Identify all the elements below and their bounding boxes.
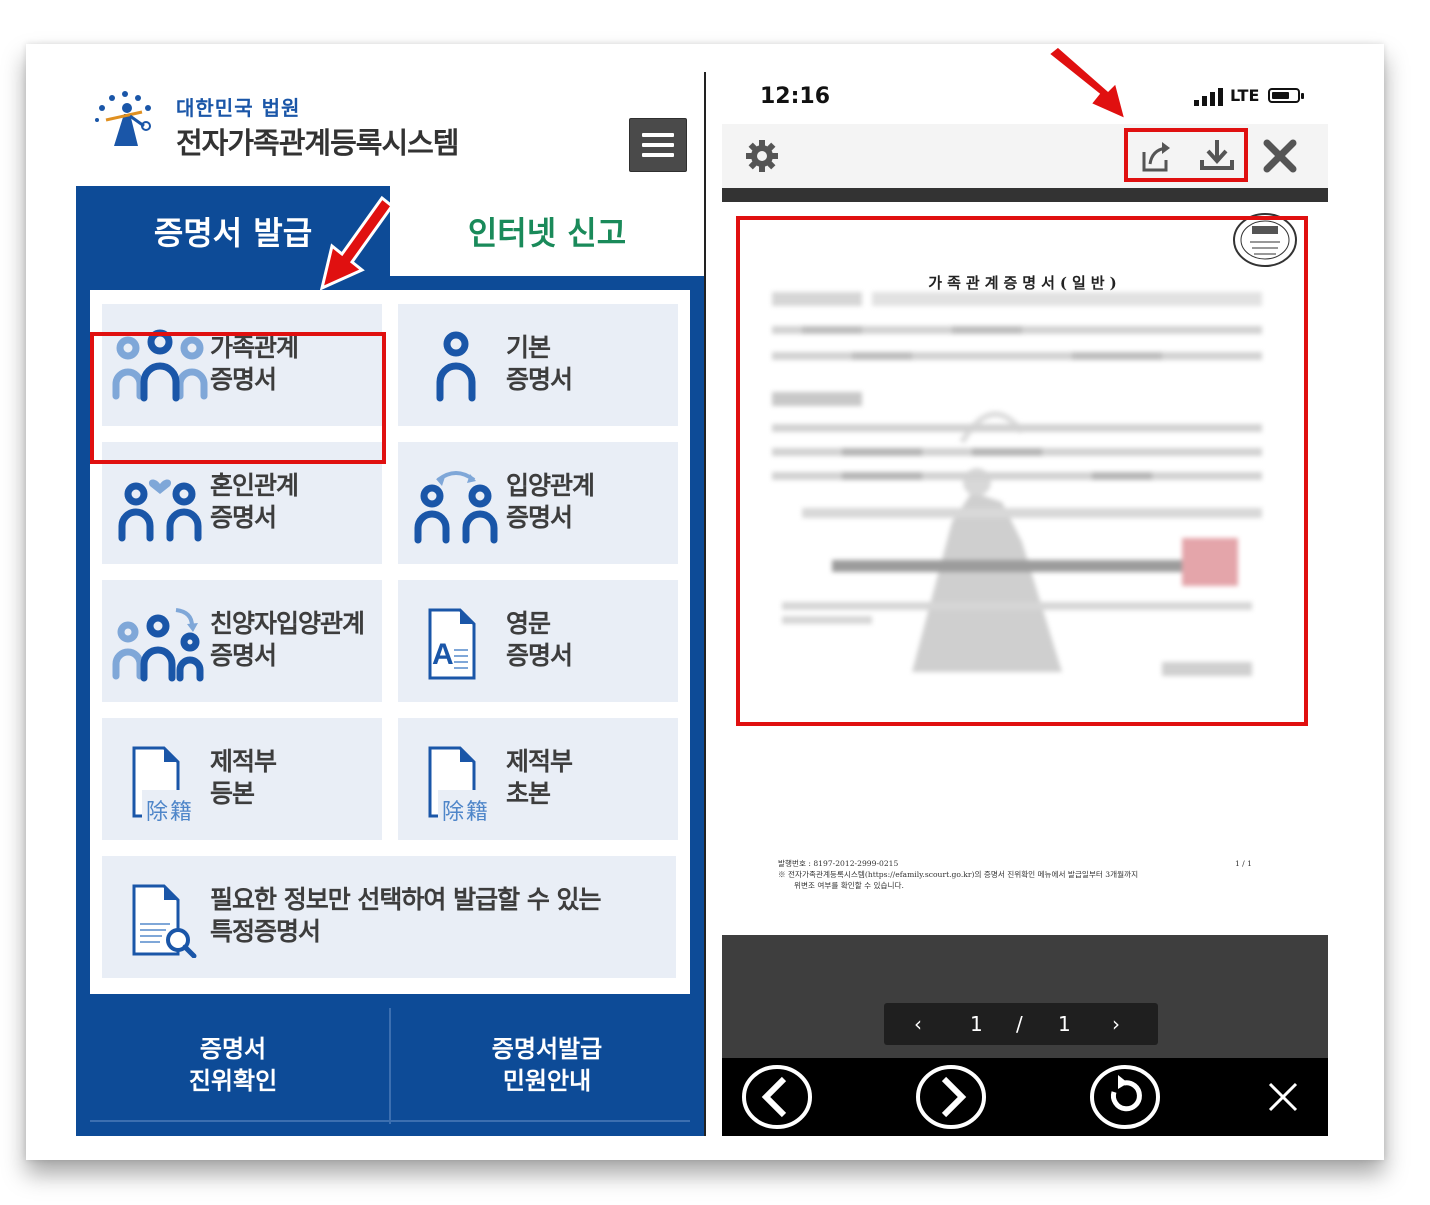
verify-line1: 증명서 <box>199 1035 267 1063</box>
document-title: 가족관계증명서(일반) <box>928 274 1122 292</box>
current-page: 1 <box>970 1012 983 1036</box>
card-label-line2: 증명서 <box>210 365 277 394</box>
gear-icon[interactable] <box>744 138 780 174</box>
certificate-grid: 가족관계 증명서 기본 증명서 혼인관계 증명서 입양관계 증명서 친양자입양관… <box>90 290 690 994</box>
full-adoption-certificate-card[interactable]: 친양자입양관계증명서 <box>102 580 382 702</box>
panel-divider <box>704 72 706 1136</box>
certificate-verify-link[interactable]: 증명서 진위확인 <box>76 994 390 1136</box>
verify-notice: ※ 전자가족관계등록시스템(https://efamily.scourt.go.… <box>778 870 1139 879</box>
court-logo-icon <box>95 91 151 146</box>
bottom-links: 증명서 진위확인 증명서발급 민원안내 <box>76 994 704 1136</box>
removed-register-copy-card[interactable]: 除籍 제적부등본 <box>102 718 382 840</box>
removed-register-abstract-card[interactable]: 除籍 제적부초본 <box>398 718 678 840</box>
tab-certificate-issue[interactable]: 증명서 발급 <box>76 186 390 276</box>
marriage-certificate-card[interactable]: 혼인관계증명서 <box>102 442 382 564</box>
status-time: 12:16 <box>760 84 831 109</box>
marriage-icon <box>118 479 202 542</box>
main-tabs: 증명서 발급 인터넷 신고 <box>76 186 704 276</box>
specific-certificate-card[interactable]: 필요한 정보만 선택하여 발급할 수 있는특정증명서 <box>102 856 676 978</box>
menu-bar-icon <box>642 143 674 147</box>
card-label-line1: 입양관계 <box>506 471 595 500</box>
document-page: 가족관계증명서(일반) 발행번호: 8197-2012-2999-0215 1… <box>722 202 1328 935</box>
menu-bar-icon <box>642 133 674 137</box>
adoption-icon <box>414 471 498 544</box>
card-label-line1: 영문 <box>506 609 551 638</box>
bottom-divider <box>90 1120 690 1122</box>
network-type: LTE <box>1230 86 1260 105</box>
card-label-line1: 친양자입양관계 <box>210 609 365 638</box>
card-label-line1: 제적부 <box>506 747 573 776</box>
toolbar-shadow-bar <box>722 188 1328 202</box>
pdf-viewer-screen: 12:16 LTE 가족관계증명서(일반) 발행번호: 8197-2012-2… <box>722 74 1328 1136</box>
close-icon[interactable] <box>1262 138 1298 174</box>
card-label-line1: 기본 <box>506 333 551 362</box>
card-label-line2: 증명서 <box>506 641 573 670</box>
prev-page-button[interactable]: ‹ <box>914 1012 922 1036</box>
certified-seal-icon <box>1233 213 1297 267</box>
basic-certificate-card[interactable]: 기본증명서 <box>398 304 678 426</box>
person-icon <box>436 331 476 402</box>
card-label-line1: 필요한 정보만 선택하여 발급할 수 있는 <box>210 885 602 914</box>
guide-line2: 민원안내 <box>502 1067 592 1095</box>
back-icon[interactable] <box>740 1062 814 1132</box>
verify-notice-cont: 위변조 여부를 확인할 수 있습니다. <box>794 881 904 890</box>
issue-guide-link[interactable]: 증명서발급 민원안내 <box>390 994 704 1136</box>
viewer-gray-area: ‹ 1 / 1 › <box>722 935 1328 1058</box>
card-label-line1: 가족관계 <box>210 333 299 362</box>
card-label-line2: 증명서 <box>210 503 277 532</box>
share-icon[interactable] <box>1138 138 1174 174</box>
guide-line1: 증명서발급 <box>491 1035 603 1063</box>
next-page-button[interactable]: › <box>1112 1012 1120 1036</box>
card-label-line2: 증명서 <box>506 365 573 394</box>
forward-icon[interactable] <box>914 1062 988 1132</box>
download-icon[interactable] <box>1198 136 1236 174</box>
reload-icon[interactable] <box>1088 1062 1162 1132</box>
document-page-count: 1 / 1 <box>1234 859 1252 868</box>
signal-icon <box>1194 88 1223 106</box>
total-pages: 1 <box>1058 1012 1071 1036</box>
viewer-toolbar <box>722 124 1328 188</box>
page-navigator: ‹ 1 / 1 › <box>884 1003 1158 1045</box>
menu-bar-icon <box>642 153 674 157</box>
issue-number: 발행번호 : 8197-2012-2999-0215 <box>778 859 899 868</box>
close-browser-icon[interactable] <box>1266 1080 1300 1114</box>
card-label-line2: 등본 <box>210 779 255 808</box>
card-label-line2: 증명서 <box>506 503 573 532</box>
adoption-certificate-card[interactable]: 입양관계증명서 <box>398 442 678 564</box>
removed-register-mark: 除籍 <box>146 800 195 825</box>
blurred-document-body <box>772 292 1262 676</box>
card-label-line1: 제적부 <box>210 747 277 776</box>
org-name: 대한민국 법원 <box>176 96 301 120</box>
system-name: 전자가족관계등록시스템 <box>176 126 459 160</box>
browser-bottom-bar <box>722 1058 1328 1136</box>
card-label-line2: 증명서 <box>210 641 277 670</box>
efamily-mobile-page: 대한민국 법원 전자가족관계등록시스템 증명서 발급 인터넷 신고 가족관계 증… <box>76 72 704 1136</box>
hamburger-menu-button[interactable] <box>629 118 687 172</box>
document-footer: 발행번호 : 8197-2012-2999-0215 1 / 1 ※ 전자가족관… <box>778 858 1308 891</box>
card-label-line1: 혼인관계 <box>210 471 299 500</box>
english-document-icon: A <box>428 608 476 680</box>
english-certificate-card[interactable]: A 영문증명서 <box>398 580 678 702</box>
card-label-line2: 초본 <box>506 779 551 808</box>
screenshot-card: 대한민국 법원 전자가족관계등록시스템 증명서 발급 인터넷 신고 가족관계 증… <box>26 44 1384 1160</box>
card-label-line2: 특정증명서 <box>210 917 321 946</box>
document-search-icon <box>132 884 197 958</box>
tab-internet-report[interactable]: 인터넷 신고 <box>390 186 704 276</box>
family-icon <box>112 329 208 402</box>
verify-line2: 진위확인 <box>188 1067 278 1095</box>
certificate-menu: 가족관계 증명서 기본 증명서 혼인관계 증명서 입양관계 증명서 친양자입양관… <box>76 276 704 1136</box>
full-adoption-icon <box>112 608 204 682</box>
family-relation-certificate-card[interactable]: 가족관계증명서 <box>102 304 382 426</box>
page-separator: / <box>1016 1012 1023 1036</box>
removed-register-mark: 除籍 <box>442 800 491 825</box>
svg-text:A: A <box>432 638 454 671</box>
battery-icon <box>1268 88 1304 103</box>
